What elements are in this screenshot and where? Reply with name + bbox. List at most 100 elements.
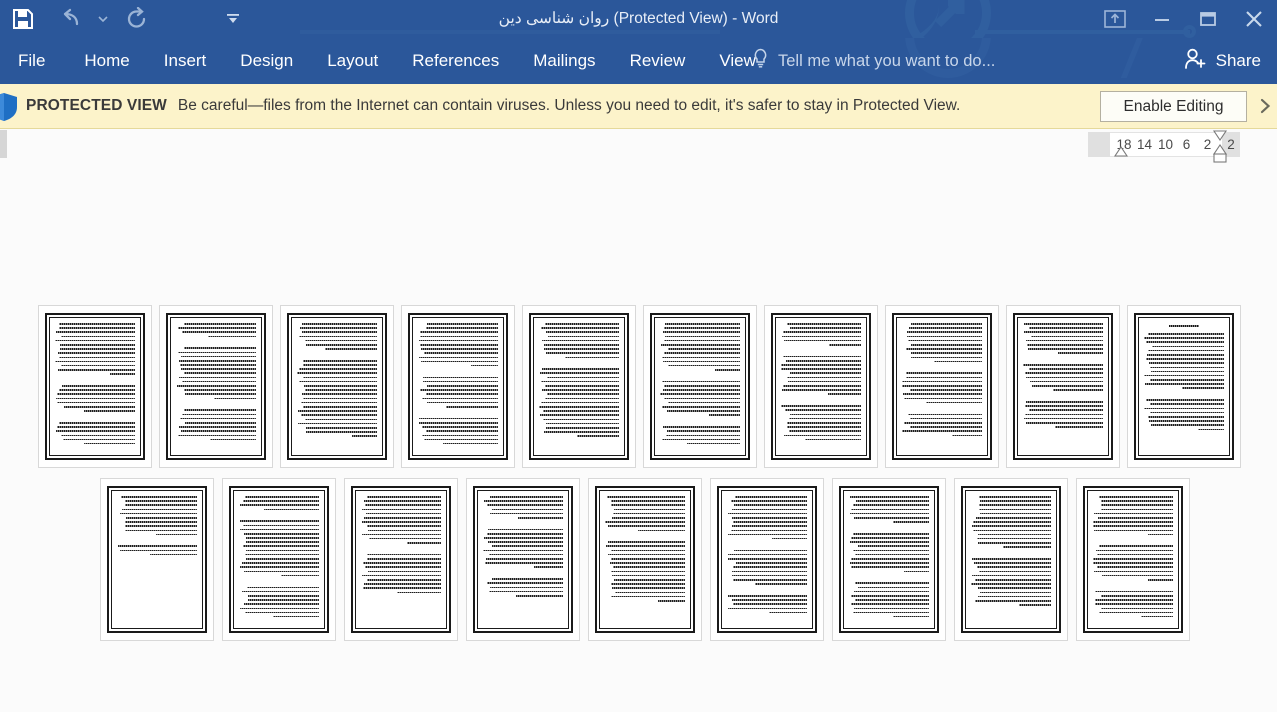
text-line [892, 521, 929, 523]
text-line [853, 611, 929, 614]
page-content-area [170, 317, 262, 456]
text-line [57, 393, 135, 395]
page-thumbnail[interactable] [401, 305, 515, 468]
page-thumbnail[interactable] [764, 305, 878, 468]
text-line [298, 410, 377, 412]
page-thumbnail[interactable] [1006, 305, 1120, 468]
text-line [1094, 512, 1173, 515]
page-thumbnail[interactable] [38, 305, 152, 468]
undo-dropdown-chevron-down-icon[interactable] [92, 0, 114, 38]
ruler-right-margin-zone[interactable]: 2 [1222, 132, 1240, 157]
page-thumbnail[interactable] [159, 305, 273, 468]
minimize-icon[interactable] [1139, 0, 1185, 38]
page-thumbnail[interactable] [954, 478, 1068, 641]
text-line [611, 549, 685, 552]
close-banner-icon[interactable] [1255, 94, 1275, 118]
text-line [973, 521, 1051, 523]
text-line [244, 611, 319, 614]
text-line [305, 418, 377, 421]
page-thumbnail[interactable] [1127, 305, 1241, 468]
text-line [181, 368, 256, 370]
text-line [1024, 405, 1103, 407]
ruler-text-zone[interactable]: 18 14 10 6 2 [1110, 132, 1222, 157]
share-button[interactable]: Share [1184, 38, 1269, 84]
tab-home[interactable]: Home [67, 38, 146, 84]
tab-design[interactable]: Design [223, 38, 310, 84]
page-thumbnail[interactable] [1076, 478, 1190, 641]
page-thumbnail[interactable] [710, 478, 824, 641]
save-icon[interactable] [0, 0, 46, 38]
text-line [663, 360, 740, 363]
text-line [306, 426, 377, 429]
page-thumbnail[interactable] [522, 305, 636, 468]
tab-file[interactable]: File [0, 38, 67, 84]
text-line [768, 611, 807, 614]
tab-review[interactable]: Review [613, 38, 703, 84]
text-line [361, 521, 441, 523]
document-canvas[interactable] [0, 165, 1277, 712]
text-line [539, 414, 619, 416]
text-line [181, 413, 256, 416]
redo-icon[interactable] [114, 0, 160, 38]
text-line [657, 599, 685, 602]
text-line [57, 369, 135, 371]
text-line [1149, 362, 1224, 364]
text-line [239, 520, 319, 522]
text-line [1098, 545, 1173, 548]
text-line [364, 516, 441, 519]
text-line [1146, 358, 1224, 360]
page-thumbnail[interactable] [885, 305, 999, 468]
text-line [1150, 366, 1224, 369]
page-thumbnail[interactable] [100, 478, 214, 641]
text-line [490, 512, 563, 515]
restore-icon[interactable] [1185, 0, 1231, 38]
enable-editing-button[interactable]: Enable Editing [1100, 91, 1247, 122]
text-line [576, 435, 619, 437]
shield-icon [0, 92, 18, 122]
tab-references[interactable]: References [395, 38, 516, 84]
undo-icon[interactable] [46, 0, 92, 38]
page-thumbnail[interactable] [643, 305, 757, 468]
text-line [911, 356, 982, 359]
tab-mailings[interactable]: Mailings [516, 38, 612, 84]
page-thumbnail[interactable] [222, 478, 336, 641]
text-line [246, 586, 319, 589]
ribbon-display-options-icon[interactable] [1091, 0, 1139, 38]
tab-layout[interactable]: Layout [310, 38, 395, 84]
customize-quick-access-toolbar-icon[interactable] [218, 0, 248, 38]
page-thumbnail[interactable] [832, 478, 946, 641]
word-window: روان شناسی دین (Protected View) - Word F… [0, 0, 1277, 712]
tab-insert[interactable]: Insert [147, 38, 224, 84]
text-line [910, 323, 982, 325]
text-line [660, 343, 740, 346]
close-icon[interactable] [1231, 0, 1277, 38]
text-line [1100, 607, 1173, 610]
text-line [735, 562, 807, 564]
horizontal-ruler[interactable]: 18 14 10 6 2 2 [1088, 132, 1240, 157]
tell-me-box[interactable]: Tell me what you want to do... [752, 38, 995, 84]
ruler-left-margin-zone[interactable] [1088, 132, 1110, 157]
text-line [857, 545, 929, 548]
text-line [423, 352, 498, 354]
text-line [907, 331, 982, 333]
text-line [246, 558, 319, 560]
page-thumbnail[interactable] [588, 478, 702, 641]
text-line [363, 562, 441, 564]
text-line [1144, 337, 1224, 339]
page-thumbnail[interactable] [344, 478, 458, 641]
text-line [933, 360, 982, 363]
page-thumbnail[interactable] [280, 305, 394, 468]
text-line [542, 339, 619, 342]
text-line [303, 405, 377, 408]
text-line [851, 603, 929, 605]
page-border-outer [229, 486, 329, 633]
text-line [363, 583, 441, 585]
page-thumbnail[interactable] [466, 478, 580, 641]
